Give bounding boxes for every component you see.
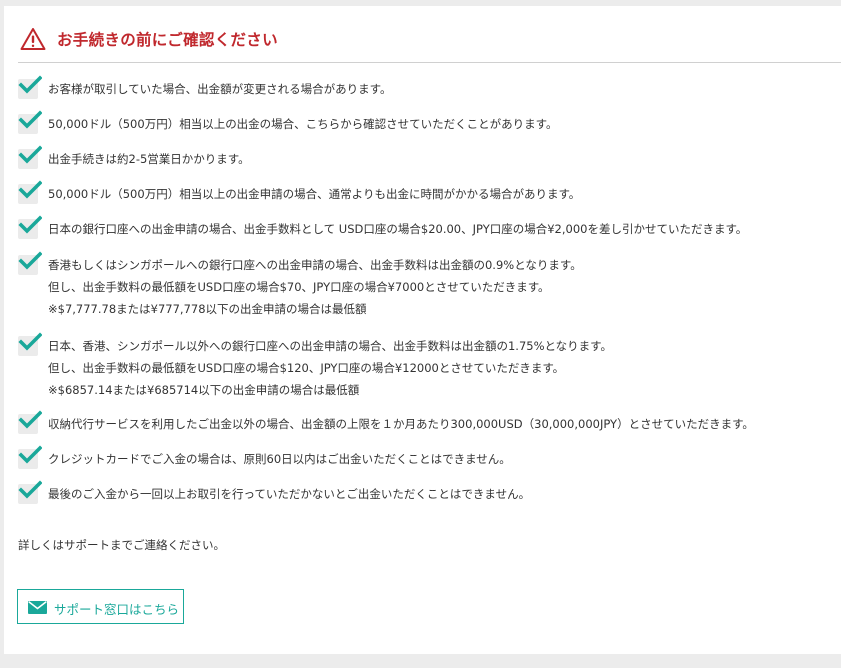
checklist-item-text: 出金手続きは約2-5営業日かかります。 — [48, 152, 250, 166]
checkbox — [18, 251, 42, 275]
checklist-item-text: 最後のご入金から一回以上お取引を行っていただかないとご出金いただくことはできませ… — [48, 487, 531, 501]
checkbox — [18, 75, 42, 99]
checkmark-icon — [18, 180, 42, 199]
checkbox — [18, 145, 42, 169]
checkbox — [18, 480, 42, 504]
checkmark-icon — [18, 480, 42, 499]
checkbox — [18, 410, 42, 434]
support-button[interactable]: サポート窓口はこちら — [17, 589, 184, 624]
checklist-item-text: 日本、香港、シンガポール以外への銀行口座への出金申請の場合、出金手数料は出金額の… — [48, 339, 613, 353]
checklist-item-subtext: 但し、出金手数料の最低額をUSD口座の場合$120、JPY口座の場合¥12000… — [48, 361, 565, 375]
checklist-item-subtext: ※$6857.14または¥685714以下の出金申請の場合は最低額 — [48, 383, 360, 397]
warning-triangle-icon — [20, 28, 46, 50]
checkmark-icon — [18, 251, 42, 270]
checkmark-icon — [18, 145, 42, 164]
checkbox — [18, 332, 42, 356]
checklist-item-text: クレジットカードでご入金の場合は、原則60日以内はご出金いただくことはできません… — [48, 452, 511, 466]
checklist-item-subtext: 但し、出金手数料の最低額をUSD口座の場合$70、JPY口座の場合¥7000とさ… — [48, 280, 550, 294]
page-title: お手続きの前にご確認ください — [57, 31, 278, 49]
checklist-item-text: 50,000ドル（500万円）相当以上の出金の場合、こちらから確認させていただく… — [48, 117, 558, 131]
checkmark-icon — [18, 410, 42, 429]
checkmark-icon — [18, 110, 42, 129]
section-header: お手続きの前にご確認ください — [18, 22, 841, 63]
checklist-item-text: 50,000ドル（500万円）相当以上の出金申請の場合、通常よりも出金に時間がか… — [48, 187, 581, 201]
checkmark-icon — [18, 215, 42, 234]
checkbox — [18, 445, 42, 469]
checkbox — [18, 180, 42, 204]
checklist-item-text: 香港もしくはシンガポールへの銀行口座への出金申請の場合、出金手数料は出金額の0.… — [48, 258, 582, 272]
checkmark-icon — [18, 75, 42, 94]
mail-icon — [28, 601, 47, 614]
support-button-label: サポート窓口はこちら — [54, 602, 180, 617]
checkmark-icon — [18, 445, 42, 464]
checklist-item-subtext: ※$7,777.78または¥777,778以下の出金申請の場合は最低額 — [48, 302, 367, 316]
checklist-item-text: 収納代行サービスを利用したご出金以外の場合、出金額の上限を１か月あたり300,0… — [48, 417, 754, 431]
support-note: 詳しくはサポートまでご連絡ください。 — [18, 538, 225, 552]
checklist-item-text: お客様が取引していた場合、出金額が変更される場合があります。 — [48, 82, 392, 96]
checkbox — [18, 110, 42, 134]
checkbox — [18, 215, 42, 239]
checkmark-icon — [18, 332, 42, 351]
confirmation-panel: お手続きの前にご確認ください お客様が取引していた場合、出金額が変更される場合が… — [4, 6, 841, 654]
checklist-item-text: 日本の銀行口座への出金申請の場合、出金手数料として USD口座の場合$20.00… — [48, 222, 748, 236]
